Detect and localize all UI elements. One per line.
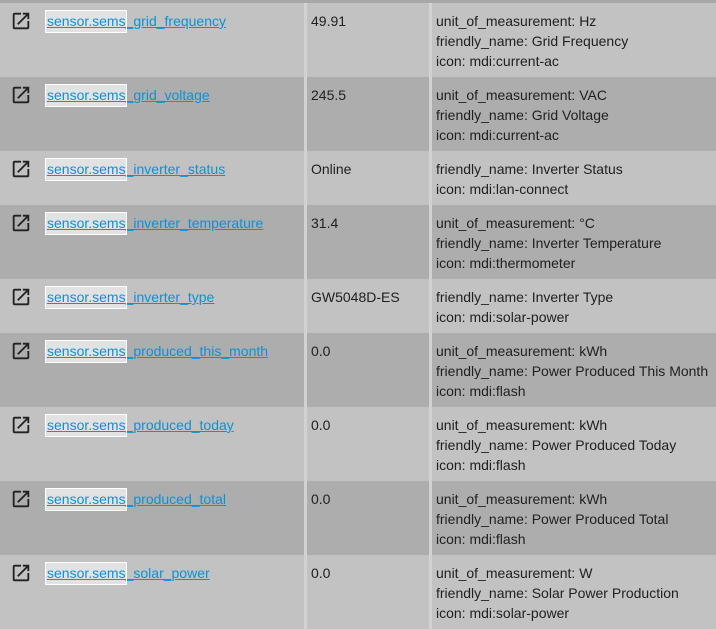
- open-in-new-icon[interactable]: [10, 488, 32, 510]
- attribute-line: unit_of_measurement: kWh: [436, 341, 712, 361]
- entity-attributes: unit_of_measurement: °Cfriendly_name: In…: [431, 205, 716, 279]
- attribute-line: icon: mdi:flash: [436, 529, 712, 549]
- table-row: sensor.sems_inverter_status Online frien…: [0, 151, 716, 205]
- attribute-line: icon: mdi:flash: [436, 455, 712, 475]
- entity-link[interactable]: sensor.sems_grid_voltage: [46, 85, 210, 106]
- entity-id-suffix: _inverter_status: [126, 161, 226, 177]
- open-in-new-icon[interactable]: [10, 414, 32, 436]
- attribute-line: icon: mdi:current-ac: [436, 51, 712, 71]
- entity-state: 31.4: [306, 205, 431, 279]
- attribute-line: friendly_name: Power Produced Today: [436, 435, 712, 455]
- attribute-line: friendly_name: Grid Voltage: [436, 105, 712, 125]
- entity-id-suffix: _inverter_temperature: [126, 215, 264, 231]
- entity-state: GW5048D-ES: [306, 279, 431, 333]
- attribute-line: icon: mdi:flash: [436, 381, 712, 401]
- open-in-new-icon[interactable]: [10, 212, 32, 234]
- entity-link[interactable]: sensor.sems_produced_this_month: [46, 341, 268, 362]
- attribute-line: friendly_name: Inverter Type: [436, 287, 712, 307]
- entity-state: 49.91: [306, 3, 431, 77]
- entity-attributes: unit_of_measurement: kWhfriendly_name: P…: [431, 481, 716, 555]
- search-highlight: sensor.sems: [46, 489, 126, 510]
- entity-link[interactable]: sensor.sems_produced_today: [46, 415, 234, 436]
- entity-attributes: unit_of_measurement: Wfriendly_name: Sol…: [431, 555, 716, 629]
- entity-link[interactable]: sensor.sems_inverter_temperature: [46, 213, 263, 234]
- entity-state: Online: [306, 151, 431, 205]
- entity-link[interactable]: sensor.sems_grid_frequency: [46, 11, 226, 32]
- table-row: sensor.sems_solar_power 0.0 unit_of_meas…: [0, 555, 716, 629]
- entity-attributes: unit_of_measurement: Hzfriendly_name: Gr…: [431, 3, 716, 77]
- table-row: sensor.sems_produced_this_month 0.0 unit…: [0, 333, 716, 407]
- search-highlight: sensor.sems: [46, 563, 126, 584]
- open-in-new-icon[interactable]: [10, 10, 32, 32]
- attribute-line: icon: mdi:thermometer: [436, 253, 712, 273]
- entity-attributes: unit_of_measurement: kWhfriendly_name: P…: [431, 407, 716, 481]
- attribute-line: unit_of_measurement: VAC: [436, 85, 712, 105]
- entity-link[interactable]: sensor.sems_solar_power: [46, 563, 210, 584]
- entity-attributes: unit_of_measurement: VACfriendly_name: G…: [431, 77, 716, 151]
- attribute-line: unit_of_measurement: kWh: [436, 489, 712, 509]
- search-highlight: sensor.sems: [46, 287, 126, 308]
- open-in-new-icon[interactable]: [10, 340, 32, 362]
- table-row: sensor.sems_produced_total 0.0 unit_of_m…: [0, 481, 716, 555]
- entity-state: 245.5: [306, 77, 431, 151]
- search-highlight: sensor.sems: [46, 11, 126, 32]
- entity-state: 0.0: [306, 407, 431, 481]
- attribute-line: icon: mdi:solar-power: [436, 307, 712, 327]
- search-highlight: sensor.sems: [46, 213, 126, 234]
- attribute-line: friendly_name: Inverter Status: [436, 159, 712, 179]
- table-row: sensor.sems_inverter_type GW5048D-ES fri…: [0, 279, 716, 333]
- attribute-line: friendly_name: Power Produced Total: [436, 509, 712, 529]
- entity-id-suffix: _produced_total: [126, 491, 226, 507]
- entity-id-suffix: _solar_power: [126, 565, 210, 581]
- attribute-line: friendly_name: Power Produced This Month: [436, 361, 712, 381]
- entity-attributes: friendly_name: Inverter Typeicon: mdi:so…: [431, 279, 716, 333]
- attribute-line: icon: mdi:current-ac: [436, 125, 712, 145]
- attribute-line: unit_of_measurement: W: [436, 563, 712, 583]
- search-highlight: sensor.sems: [46, 159, 126, 180]
- attribute-line: unit_of_measurement: kWh: [436, 415, 712, 435]
- open-in-new-icon[interactable]: [10, 84, 32, 106]
- attribute-line: icon: mdi:lan-connect: [436, 179, 712, 199]
- entity-state: 0.0: [306, 481, 431, 555]
- table-row: sensor.sems_grid_voltage 245.5 unit_of_m…: [0, 77, 716, 151]
- table-row: sensor.sems_produced_today 0.0 unit_of_m…: [0, 407, 716, 481]
- attribute-line: friendly_name: Inverter Temperature: [436, 233, 712, 253]
- attribute-line: friendly_name: Solar Power Production: [436, 583, 712, 603]
- entity-id-suffix: _produced_today: [126, 417, 234, 433]
- search-highlight: sensor.sems: [46, 415, 126, 436]
- open-in-new-icon[interactable]: [10, 562, 32, 584]
- open-in-new-icon[interactable]: [10, 286, 32, 308]
- search-highlight: sensor.sems: [46, 85, 126, 106]
- entity-attributes: unit_of_measurement: kWhfriendly_name: P…: [431, 333, 716, 407]
- attribute-line: unit_of_measurement: Hz: [436, 11, 712, 31]
- entity-state: 0.0: [306, 555, 431, 629]
- table-row: sensor.sems_grid_frequency 49.91 unit_of…: [0, 3, 716, 77]
- attribute-line: icon: mdi:solar-power: [436, 603, 712, 623]
- table-row: sensor.sems_inverter_temperature 31.4 un…: [0, 205, 716, 279]
- entity-link[interactable]: sensor.sems_inverter_status: [46, 159, 225, 180]
- attribute-line: unit_of_measurement: °C: [436, 213, 712, 233]
- entity-link[interactable]: sensor.sems_produced_total: [46, 489, 226, 510]
- entity-id-suffix: _inverter_type: [126, 289, 215, 305]
- entity-id-suffix: _grid_frequency: [126, 13, 226, 29]
- entity-state: 0.0: [306, 333, 431, 407]
- search-highlight: sensor.sems: [46, 341, 126, 362]
- entity-id-suffix: _grid_voltage: [126, 87, 210, 103]
- entity-id-suffix: _produced_this_month: [126, 343, 268, 359]
- open-in-new-icon[interactable]: [10, 158, 32, 180]
- entity-attributes: friendly_name: Inverter Statusicon: mdi:…: [431, 151, 716, 205]
- entity-link[interactable]: sensor.sems_inverter_type: [46, 287, 214, 308]
- attribute-line: friendly_name: Grid Frequency: [436, 31, 712, 51]
- entities-table: sensor.sems_grid_frequency 49.91 unit_of…: [0, 3, 716, 629]
